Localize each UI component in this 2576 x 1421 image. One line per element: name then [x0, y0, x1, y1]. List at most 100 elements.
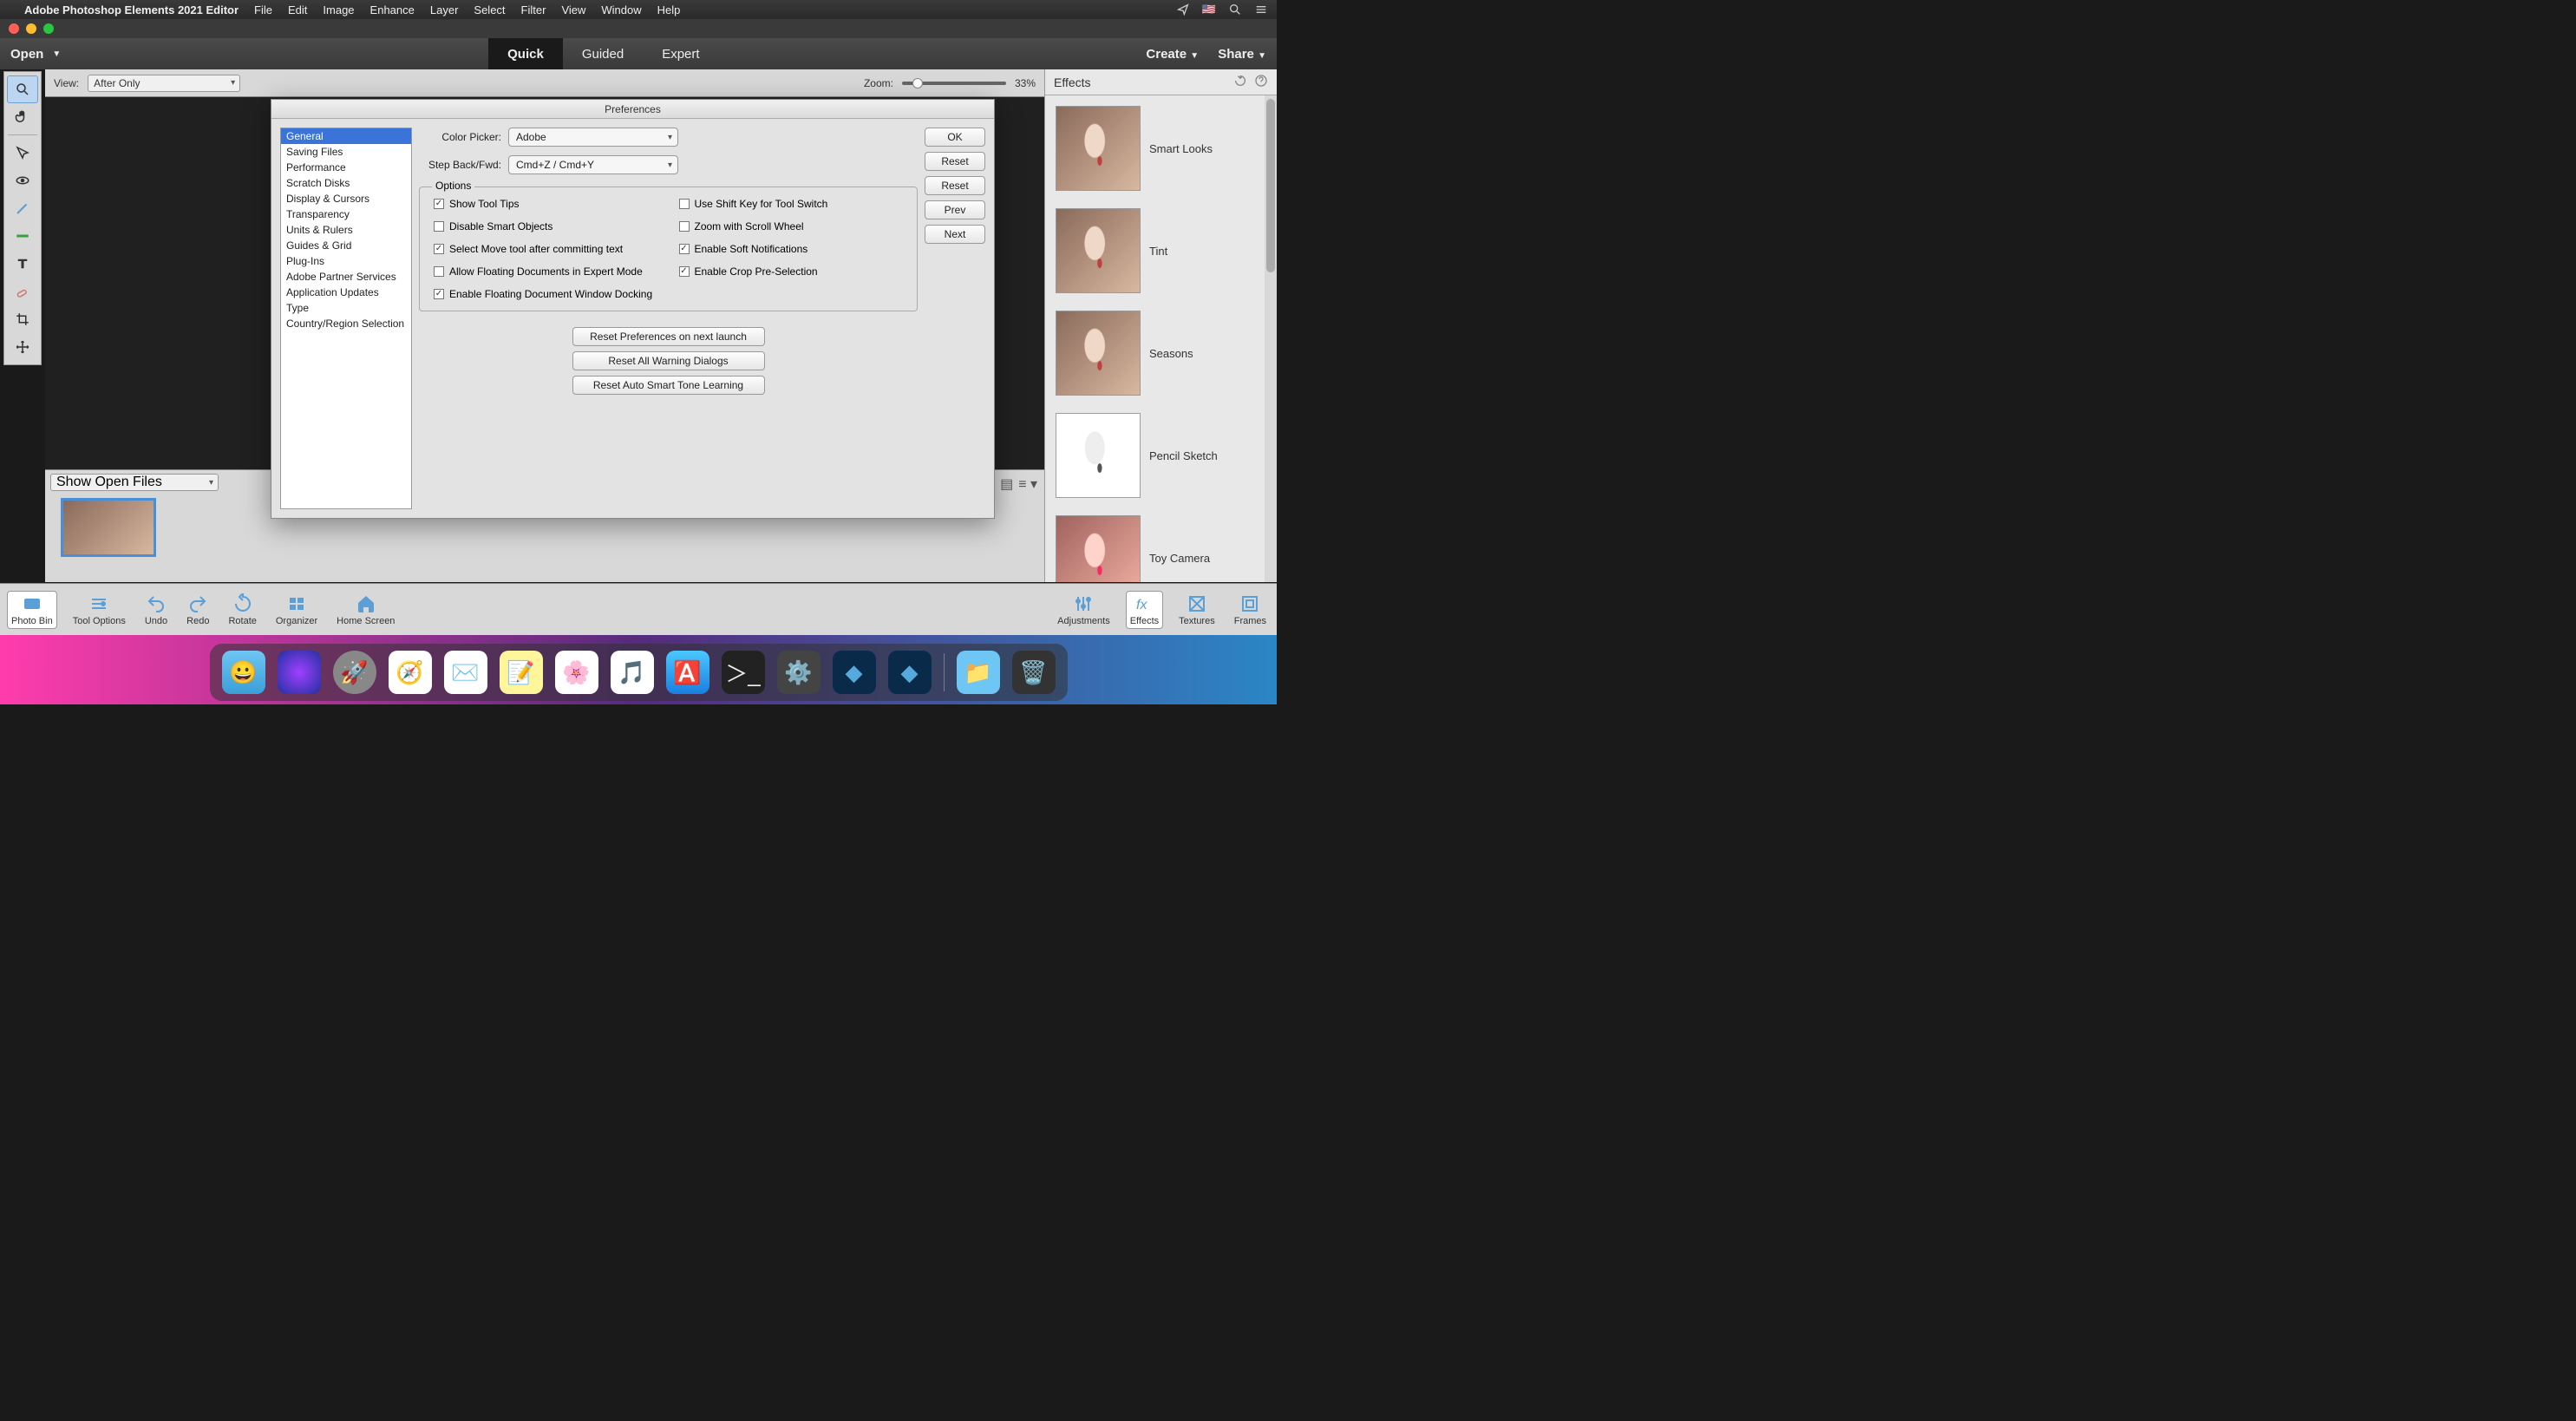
undo-button[interactable]: Undo — [141, 592, 171, 628]
chk-crop-preselection[interactable]: Enable Crop Pre-Selection — [679, 265, 904, 278]
window-zoom[interactable] — [43, 23, 54, 34]
step-back-select[interactable]: Cmd+Z / Cmd+Y — [508, 155, 678, 174]
help-icon[interactable] — [1254, 74, 1268, 90]
reset-effects-icon[interactable] — [1233, 74, 1247, 90]
redo-button[interactable]: Redo — [183, 592, 212, 628]
control-center-icon[interactable] — [1254, 3, 1268, 16]
menu-layer[interactable]: Layer — [430, 3, 459, 16]
dock-terminal[interactable]: ＞_ — [722, 651, 765, 694]
open-button[interactable]: Open ▼ — [10, 47, 61, 62]
dock-trash[interactable]: 🗑️ — [1012, 651, 1056, 694]
spotlight-icon[interactable] — [1228, 3, 1242, 16]
hand-tool[interactable] — [7, 103, 38, 131]
effect-smart-looks[interactable]: Smart Looks — [1056, 106, 1266, 191]
cat-saving-files[interactable]: Saving Files — [281, 144, 411, 160]
dock-mail[interactable]: ✉️ — [444, 651, 487, 694]
dock-launchpad[interactable]: 🚀 — [333, 651, 376, 694]
effect-seasons[interactable]: Seasons — [1056, 311, 1266, 396]
effect-tint[interactable]: Tint — [1056, 208, 1266, 293]
tab-expert[interactable]: Expert — [643, 38, 718, 69]
bin-menu-icon[interactable]: ≡ ▾ — [1018, 475, 1037, 493]
straighten-tool[interactable] — [7, 222, 38, 250]
chk-select-move-after-text[interactable]: Select Move tool after committing text — [434, 243, 658, 255]
rotate-button[interactable]: Rotate — [225, 592, 259, 628]
prev-button[interactable]: Prev — [925, 200, 985, 219]
cat-type[interactable]: Type — [281, 300, 411, 316]
ok-button[interactable]: OK — [925, 128, 985, 147]
redeye-tool[interactable] — [7, 167, 38, 194]
app-name[interactable]: Adobe Photoshop Elements 2021 Editor — [24, 3, 239, 16]
frames-button[interactable]: Frames — [1231, 592, 1270, 628]
crop-tool[interactable] — [7, 305, 38, 333]
tool-options-toggle[interactable]: Tool Options — [69, 592, 129, 628]
dock-notes[interactable]: 📝 — [500, 651, 543, 694]
spot-heal-tool[interactable] — [7, 278, 38, 305]
window-minimize[interactable] — [26, 23, 36, 34]
reset-warning-dialogs[interactable]: Reset All Warning Dialogs — [572, 351, 765, 370]
view-select[interactable]: After Only — [88, 75, 240, 92]
bin-grid-icon[interactable]: ▤ — [1000, 475, 1013, 493]
chk-soft-notifications[interactable]: Enable Soft Notifications — [679, 243, 904, 255]
chk-zoom-scroll-wheel[interactable]: Zoom with Scroll Wheel — [679, 220, 904, 232]
effects-button[interactable]: fxEffects — [1126, 591, 1163, 629]
cat-scratch-disks[interactable]: Scratch Disks — [281, 175, 411, 191]
menu-edit[interactable]: Edit — [288, 3, 307, 16]
chk-disable-smart-objects[interactable]: Disable Smart Objects — [434, 220, 658, 232]
tab-guided[interactable]: Guided — [563, 38, 643, 69]
cat-transparency[interactable]: Transparency — [281, 206, 411, 222]
dock-finder[interactable]: 😀 — [222, 651, 265, 694]
effect-toy-camera[interactable]: Toy Camera — [1056, 515, 1266, 582]
color-picker-select[interactable]: Adobe — [508, 128, 678, 147]
dock-siri[interactable] — [278, 651, 321, 694]
tab-quick[interactable]: Quick — [488, 38, 563, 69]
zoom-tool[interactable] — [7, 75, 38, 103]
effect-pencil-sketch[interactable]: Pencil Sketch — [1056, 413, 1266, 498]
bin-filter-select[interactable]: Show Open Files — [50, 474, 219, 491]
dock-safari[interactable]: 🧭 — [389, 651, 432, 694]
dock-music[interactable]: 🎵 — [611, 651, 654, 694]
dock-pse-editor[interactable]: ◆ — [888, 651, 932, 694]
menu-window[interactable]: Window — [601, 3, 641, 16]
share-button[interactable]: Share ▼ — [1218, 47, 1266, 62]
dock-settings[interactable]: ⚙️ — [777, 651, 821, 694]
chk-show-tool-tips[interactable]: Show Tool Tips — [434, 198, 658, 210]
create-button[interactable]: Create ▼ — [1146, 47, 1199, 62]
cat-general[interactable]: General — [281, 128, 411, 144]
cat-units-rulers[interactable]: Units & Rulers — [281, 222, 411, 238]
menu-select[interactable]: Select — [474, 3, 505, 16]
menu-help[interactable]: Help — [657, 3, 681, 16]
menu-image[interactable]: Image — [323, 3, 354, 16]
home-button[interactable]: Home Screen — [333, 592, 398, 628]
quick-select-tool[interactable] — [7, 139, 38, 167]
menu-filter[interactable]: Filter — [521, 3, 546, 16]
share-icon[interactable] — [1176, 3, 1190, 16]
cat-plugins[interactable]: Plug-Ins — [281, 253, 411, 269]
menu-view[interactable]: View — [561, 3, 585, 16]
dock-photos[interactable]: 🌸 — [555, 651, 598, 694]
cat-partner-services[interactable]: Adobe Partner Services — [281, 269, 411, 285]
cat-country[interactable]: Country/Region Selection — [281, 316, 411, 331]
bin-thumbnail[interactable] — [61, 498, 156, 557]
zoom-slider[interactable] — [902, 82, 1006, 85]
chk-floating-docs-expert[interactable]: Allow Floating Documents in Expert Mode — [434, 265, 658, 278]
adjustments-button[interactable]: Adjustments — [1054, 592, 1114, 628]
dock-appstore[interactable]: 🅰️ — [666, 651, 709, 694]
slider-thumb[interactable] — [912, 78, 923, 88]
reset-smart-tone[interactable]: Reset Auto Smart Tone Learning — [572, 376, 765, 395]
effects-scrollbar[interactable] — [1265, 95, 1277, 582]
menu-enhance[interactable]: Enhance — [370, 3, 415, 16]
reset-button-1[interactable]: Reset — [925, 152, 985, 171]
text-tool[interactable] — [7, 250, 38, 278]
whiten-tool[interactable] — [7, 194, 38, 222]
cat-display-cursors[interactable]: Display & Cursors — [281, 191, 411, 206]
dock-downloads[interactable]: 📁 — [957, 651, 1000, 694]
menu-file[interactable]: File — [254, 3, 272, 16]
dock-pse-organizer[interactable]: ◆ — [833, 651, 876, 694]
organizer-button[interactable]: Organizer — [272, 592, 321, 628]
flag-icon[interactable]: 🇺🇸 — [1202, 3, 1216, 16]
photo-bin-toggle[interactable]: Photo Bin — [7, 591, 57, 629]
cat-performance[interactable]: Performance — [281, 160, 411, 175]
textures-button[interactable]: Textures — [1175, 592, 1219, 628]
next-button[interactable]: Next — [925, 225, 985, 244]
reset-prefs-next-launch[interactable]: Reset Preferences on next launch — [572, 327, 765, 346]
